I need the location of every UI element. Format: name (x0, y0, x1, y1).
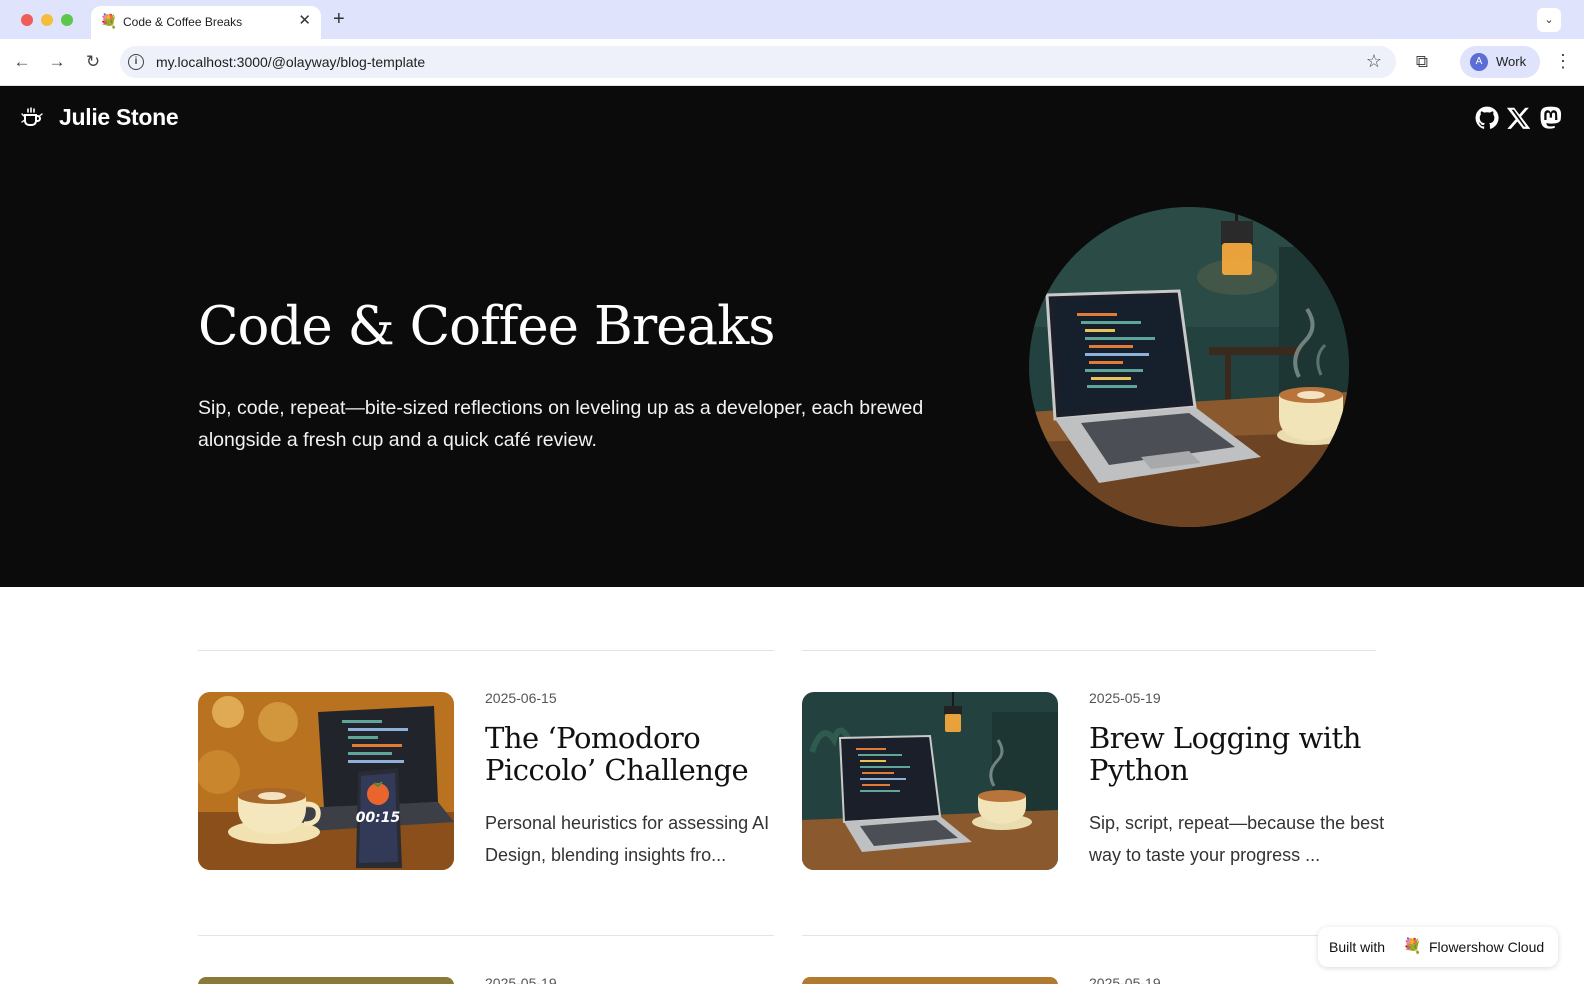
post-excerpt: Sip, script, repeat—because the best way… (1089, 813, 1385, 865)
x-icon[interactable] (1506, 105, 1532, 131)
forward-arrow-icon[interactable]: → (44, 49, 70, 75)
post-divider (198, 935, 774, 936)
extensions-puzzle-icon[interactable]: ⧉ (1412, 52, 1432, 72)
post-divider (802, 935, 1376, 936)
new-tab-icon[interactable]: + (333, 9, 345, 29)
tab-title: Code & Coffee Breaks (123, 15, 243, 29)
minimize-window-button[interactable] (41, 14, 53, 26)
flowershow-brand-label: Flowershow Cloud (1429, 939, 1545, 955)
coffee-cup-icon[interactable] (20, 106, 44, 130)
post-thumbnail[interactable]: 00:15 (198, 692, 454, 870)
flower-favicon-icon: 💐 (100, 13, 118, 29)
browser-tab[interactable]: 💐 Code & Coffee Breaks ✕ (91, 6, 321, 39)
site-brand-name[interactable]: Julie Stone (59, 104, 179, 131)
post-divider (802, 650, 1376, 651)
post-title[interactable]: The ‘Pomodoro Piccolo’ Challenge (485, 722, 785, 786)
flower-logo-icon: 💐 (1403, 938, 1422, 955)
post-thumbnail[interactable] (802, 692, 1058, 870)
browser-tab-strip: 💐 Code & Coffee Breaks ✕ + ⌄ (0, 0, 1584, 39)
built-with-label: Built with (1329, 939, 1386, 955)
mastodon-icon[interactable] (1538, 105, 1564, 131)
post-date: 2025-05-19 (1089, 975, 1161, 984)
back-arrow-icon[interactable]: ← (9, 49, 35, 75)
browser-toolbar: ← → ↻ i my.localhost:3000/@olayway/blog-… (0, 39, 1584, 86)
tab-search-chevron-icon[interactable]: ⌄ (1537, 8, 1561, 32)
post-date: 2025-05-19 (1089, 690, 1161, 706)
post-divider (198, 650, 774, 651)
post-date: 2025-05-19 (485, 975, 557, 984)
timer-text: 00:15 (356, 810, 401, 826)
post-title[interactable]: Brew Logging with Python (1089, 722, 1389, 786)
profile-button[interactable]: A Work (1460, 46, 1540, 78)
built-with-badge[interactable]: Built with 💐 Flowershow Cloud (1318, 927, 1558, 967)
address-bar[interactable]: i my.localhost:3000/@olayway/blog-templa… (120, 46, 1396, 78)
post-excerpt: Personal heuristics for assessing AI Des… (485, 813, 770, 865)
bookmark-star-icon[interactable]: ☆ (1366, 51, 1382, 72)
post-thumbnail[interactable] (198, 977, 454, 984)
reload-icon[interactable]: ↻ (80, 49, 106, 75)
github-icon[interactable] (1474, 105, 1500, 131)
hero-section: Julie Stone Code & Coffee Breaks Sip, co… (0, 86, 1584, 587)
avatar: A (1470, 53, 1488, 71)
hero-subtitle: Sip, code, repeat—bite-sized reflections… (198, 397, 924, 451)
site-info-icon[interactable]: i (128, 54, 144, 70)
url-text[interactable]: my.localhost:3000/@olayway/blog-template (156, 54, 425, 70)
maximize-window-button[interactable] (61, 14, 73, 26)
profile-label: Work (1496, 54, 1527, 69)
post-thumbnail[interactable] (802, 977, 1058, 984)
browser-menu-icon[interactable]: ⋮ (1554, 51, 1572, 71)
hero-title: Code & Coffee Breaks (198, 296, 775, 357)
close-tab-icon[interactable]: ✕ (298, 13, 311, 29)
close-window-button[interactable] (21, 14, 33, 26)
post-date: 2025-06-15 (485, 690, 557, 706)
hero-illustration (1029, 207, 1349, 527)
